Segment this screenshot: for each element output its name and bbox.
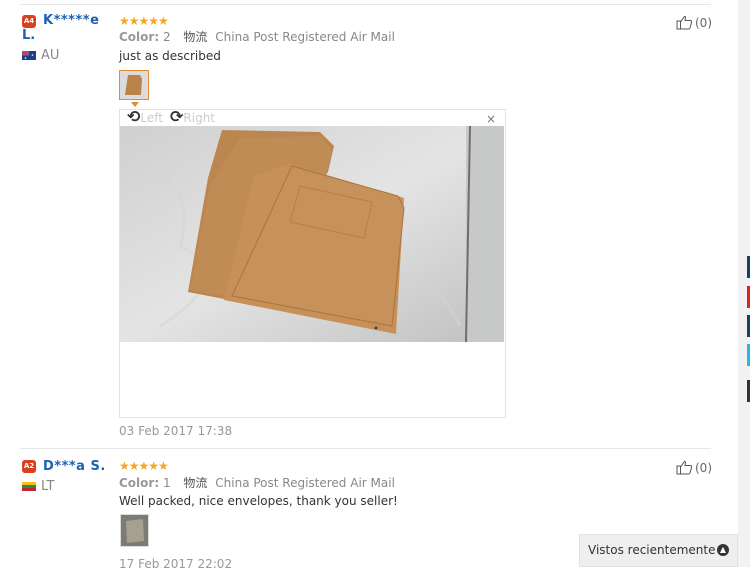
rotate-left-label: Left bbox=[140, 111, 163, 125]
buyer-country: LT bbox=[41, 479, 55, 494]
buyer-name-continued[interactable]: L. bbox=[22, 28, 35, 43]
helpful-count: (0) bbox=[695, 16, 712, 30]
color-value: 2 bbox=[162, 30, 171, 44]
rating-stars: ★★★★★ bbox=[119, 459, 169, 473]
envelopes-photo-image bbox=[120, 126, 504, 342]
buyer-level-badge: A4 bbox=[22, 15, 36, 28]
review-text: Well packed, nice envelopes, thank you s… bbox=[119, 494, 398, 508]
color-label: Color: bbox=[119, 476, 160, 490]
recently-viewed-bar[interactable]: Vistos recientemente ▲ bbox=[579, 534, 738, 567]
review-text: just as described bbox=[119, 49, 221, 63]
shipping-method: China Post Registered Air Mail bbox=[215, 30, 395, 44]
helpful-button[interactable]: (0) bbox=[676, 460, 712, 476]
divider bbox=[20, 4, 711, 5]
rotate-right-label: Right bbox=[183, 111, 216, 125]
shipping-method: China Post Registered Air Mail bbox=[215, 476, 395, 490]
buyer-name[interactable]: K*****e bbox=[43, 13, 99, 28]
thumbs-up-icon bbox=[676, 460, 693, 475]
review-photo bbox=[120, 126, 504, 342]
logistics-label: 物流 bbox=[183, 30, 208, 44]
chevron-up-icon[interactable]: ▲ bbox=[717, 544, 729, 556]
divider bbox=[20, 448, 711, 449]
buyer-country: AU bbox=[41, 48, 60, 63]
order-info: Color: 2 物流 China Post Registered Air Ma… bbox=[119, 30, 395, 45]
photo-thumbnail-image bbox=[120, 71, 148, 99]
color-value: 1 bbox=[162, 476, 171, 490]
review-photo-thumbnail[interactable] bbox=[119, 70, 149, 100]
australia-flag-icon bbox=[22, 51, 36, 60]
helpful-count: (0) bbox=[695, 461, 712, 475]
buyer-level-badge: A2 bbox=[22, 460, 36, 473]
order-info: Color: 1 物流 China Post Registered Air Ma… bbox=[119, 476, 395, 491]
rotate-left-icon: ⟲ bbox=[127, 107, 141, 126]
right-side-toolbar bbox=[738, 0, 750, 567]
buyer-name[interactable]: D***a S. bbox=[43, 459, 106, 474]
helpful-button[interactable]: (0) bbox=[676, 15, 712, 31]
photo-thumbnail-image bbox=[121, 515, 148, 546]
rotate-left-button[interactable]: ⟲Left bbox=[127, 109, 163, 126]
rotate-right-icon: ⟳ bbox=[170, 107, 184, 126]
recently-viewed-label: Vistos recientemente bbox=[588, 543, 716, 557]
rotate-right-button[interactable]: ⟳Right bbox=[170, 109, 215, 126]
thumbs-up-icon bbox=[676, 15, 693, 30]
rating-stars: ★★★★★ bbox=[119, 14, 169, 28]
review-date: 03 Feb 2017 17:38 bbox=[119, 424, 233, 438]
review-date: 17 Feb 2017 22:02 bbox=[119, 557, 233, 571]
color-label: Color: bbox=[119, 30, 160, 44]
logistics-label: 物流 bbox=[183, 476, 208, 490]
close-viewer-button[interactable]: × bbox=[486, 112, 496, 126]
review-photo-thumbnail[interactable] bbox=[120, 514, 149, 547]
lithuania-flag-icon bbox=[22, 482, 36, 491]
